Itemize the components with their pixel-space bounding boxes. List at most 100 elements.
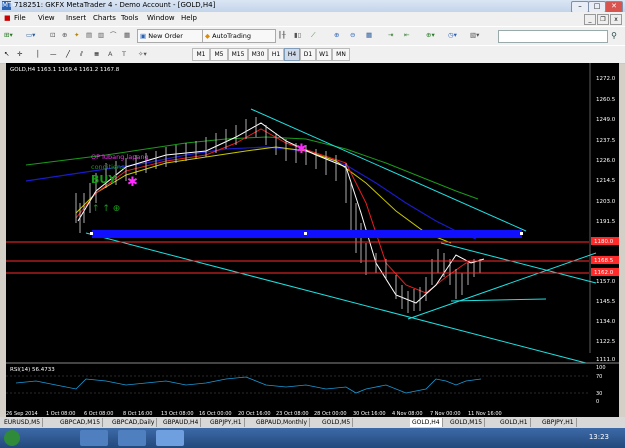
navigator-icon[interactable]: ✦ — [74, 29, 79, 41]
tab-gbpaud-monthly[interactable]: GBPAUD,Monthly — [254, 418, 311, 427]
rsi-tick-top: 100 — [596, 365, 606, 371]
settings-icon[interactable]: ▦ — [124, 29, 130, 41]
indicators-icon[interactable]: ⌒ — [110, 29, 117, 41]
time-axis-labels: 26 Sep 2014 1 Oct 08:00 6 Oct 08:00 8 Oc… — [6, 411, 502, 417]
new-order-icon: ▣ — [140, 32, 149, 40]
price-tick: 1226.0 — [596, 158, 616, 164]
trendline-icon[interactable]: ╱ — [66, 48, 70, 60]
tab-gold-m5[interactable]: GOLD,M5 — [320, 418, 354, 427]
tester-icon[interactable]: ▥ — [98, 29, 104, 41]
data-window-icon[interactable]: ⊕ — [62, 29, 67, 41]
chart-window[interactable]: ✱ ✱ OP lubang lapang conditions: BUY ↑ ↑… — [6, 63, 619, 409]
chart-tabs: EURUSD,M5 GBPCAD,M15 GBPCAD,Daily GBPAUD… — [0, 417, 625, 428]
blue-zone-handle-mid[interactable] — [304, 232, 307, 235]
symbol-info: GOLD,H4 1163.1 1169.4 1161.2 1167.8 — [10, 67, 120, 73]
menu-icon[interactable]: ■ — [4, 14, 11, 22]
annotation-buy: BUY — [91, 173, 117, 186]
periods-icon[interactable]: ◷▾ — [448, 29, 457, 41]
annotation-line2: conditions: — [91, 163, 127, 171]
rsi-tick-0: 0 — [596, 399, 599, 405]
timeframe-h1[interactable]: H1 — [268, 48, 284, 61]
rsi-label: RSI(14) 56.4733 — [10, 367, 55, 373]
title-bar: MT4 718251: GKFX MetaTrader 4 - Demo Acc… — [0, 0, 625, 13]
price-label-1180: 1180.0 — [594, 239, 614, 245]
inner-restore-button[interactable]: ❐ — [597, 14, 609, 25]
timeframe-mn[interactable]: MN — [332, 48, 350, 61]
tab-eurusd-m5[interactable]: EURUSD,M5 — [2, 418, 44, 427]
cursor-icon[interactable]: ↖ — [4, 48, 9, 60]
candlestick-icon[interactable]: ▮▯ — [294, 29, 301, 41]
drawing-toolbar: ↖ ✛ │ — ╱ ⫽ ≣ A T ✧▾ M1 M5 M15 M30 H1 H4… — [0, 45, 625, 64]
timeframe-d1[interactable]: D1 — [300, 48, 316, 61]
text-tool-icon[interactable]: A — [108, 48, 112, 60]
new-order-button[interactable]: ▣ New Order — [137, 29, 203, 43]
menu-insert[interactable]: Insert — [66, 14, 86, 22]
market-watch-icon[interactable]: ⊡ — [50, 29, 55, 41]
channel-upper-line — [250, 108, 527, 232]
timeframe-m5[interactable]: M5 — [210, 48, 228, 61]
search-icon[interactable]: ⚲ — [608, 30, 620, 42]
tab-gold-h4[interactable]: GOLD,H4 — [410, 418, 443, 427]
inner-close-button[interactable]: x — [610, 14, 622, 25]
blue-zone-handle-right[interactable] — [520, 232, 523, 235]
tab-gbpcad-m15[interactable]: GBPCAD,M15 — [58, 418, 104, 427]
tab-gold-m15[interactable]: GOLD,M15 — [448, 418, 486, 427]
arrows-icon[interactable]: ✧▾ — [138, 48, 147, 60]
channel-icon[interactable]: ⫽ — [80, 48, 83, 60]
app-icon: MT4 — [2, 1, 17, 10]
timeframe-h4[interactable]: H4 — [284, 48, 300, 61]
rsi-tick-70: 70 — [596, 374, 602, 380]
tile-windows-icon[interactable]: ▦ — [366, 29, 372, 41]
tab-gold-h1[interactable]: GOLD,H1 — [498, 418, 531, 427]
price-tick: 1260.5 — [596, 97, 616, 103]
taskbar-app-ie[interactable] — [80, 430, 108, 446]
menu-file[interactable]: File — [14, 14, 26, 22]
templates-icon[interactable]: ▧▾ — [470, 29, 479, 41]
tab-gbpaud-h4[interactable]: GBPAUD,H4 — [161, 418, 202, 427]
menu-help[interactable]: Help — [181, 14, 197, 22]
tab-gbpjpy-h1[interactable]: GBPJPY,H1 — [208, 418, 245, 427]
horizontal-line-icon[interactable]: — — [50, 48, 57, 60]
zoom-out-icon[interactable]: ⊖ — [350, 29, 355, 41]
blue-zone-handle-left[interactable] — [90, 232, 93, 235]
menu-view[interactable]: View — [38, 14, 55, 22]
timeframe-m1[interactable]: M1 — [192, 48, 210, 61]
search-input[interactable] — [498, 30, 608, 43]
tab-gbpjpy-h1-2[interactable]: GBPJPY,H1 — [540, 418, 577, 427]
fibonacci-icon[interactable]: ≣ — [94, 48, 99, 60]
text-label-icon[interactable]: T — [122, 48, 126, 60]
profiles-icon[interactable]: ▭▾ — [26, 29, 35, 41]
sell-star-icon: ✱ — [296, 142, 307, 157]
autoscroll-icon[interactable]: ⇤ — [404, 29, 409, 41]
timeframe-m15[interactable]: M15 — [228, 48, 248, 61]
tab-gbpcad-daily[interactable]: GBPCAD,Daily — [110, 418, 158, 427]
buy-star-icon: ✱ — [127, 175, 138, 190]
taskbar-app-chrome[interactable] — [118, 430, 146, 446]
bar-chart-icon[interactable]: ┃╂ — [278, 29, 286, 41]
clock: 13:23 — [588, 433, 609, 441]
terminal-icon[interactable]: ▤ — [86, 29, 92, 41]
indicators-list-icon[interactable]: ⊕▾ — [426, 29, 435, 41]
autotrading-button[interactable]: ◆ AutoTrading — [202, 29, 276, 43]
price-tick: 1214.5 — [596, 178, 616, 184]
chart-shift-icon[interactable]: ⇥ — [388, 29, 393, 41]
price-chart[interactable]: ✱ ✱ OP lubang lapang conditions: BUY ↑ ↑… — [6, 63, 619, 409]
taskbar-app-metatrader[interactable] — [156, 430, 184, 446]
zoom-in-icon[interactable]: ⊕ — [334, 29, 339, 41]
price-tick: 1122.5 — [596, 339, 616, 345]
price-tick: 1249.0 — [596, 117, 616, 123]
price-tick: 1111.0 — [596, 357, 616, 363]
timeframe-w1[interactable]: W1 — [316, 48, 332, 61]
new-chart-icon[interactable]: ⊞▾ — [4, 29, 13, 41]
window-title: 718251: GKFX MetaTrader 4 - Demo Account… — [14, 1, 216, 9]
price-tick: 1272.0 — [596, 76, 616, 82]
timeframe-m30[interactable]: M30 — [248, 48, 268, 61]
line-chart-icon[interactable]: ⟋ — [311, 29, 316, 41]
vertical-line-icon[interactable]: │ — [36, 48, 40, 60]
menu-tools[interactable]: Tools — [121, 14, 138, 22]
menu-charts[interactable]: Charts — [93, 14, 116, 22]
crosshair-icon[interactable]: ✛ — [17, 48, 22, 60]
menu-window[interactable]: Window — [147, 14, 175, 22]
start-icon[interactable] — [4, 430, 20, 446]
inner-minimize-button[interactable]: _ — [584, 14, 596, 25]
